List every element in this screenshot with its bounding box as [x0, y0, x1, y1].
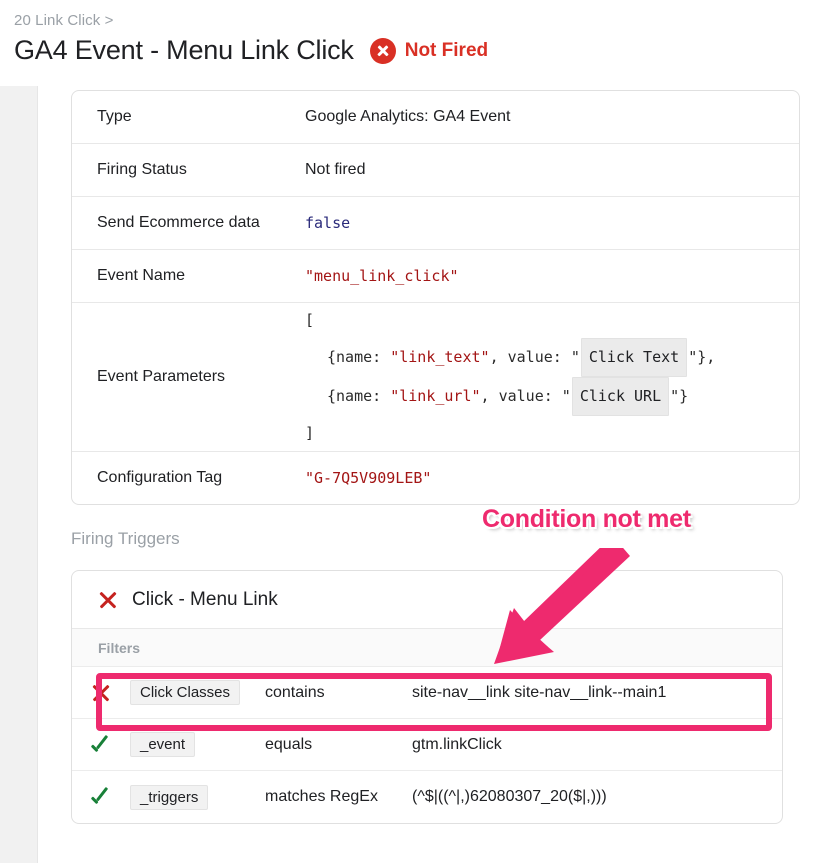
event-parameters-code: [ {name: "link_text", value: " Click Text…	[305, 303, 715, 451]
variable-chip: _triggers	[130, 784, 209, 810]
params-open-bracket: [	[305, 311, 315, 329]
row-value: Google Analytics: GA4 Event	[305, 108, 511, 125]
variable-chip: Click Classes	[130, 680, 241, 705]
row-label: Event Parameters	[97, 368, 226, 385]
table-row: Firing Status Not fired	[72, 144, 799, 197]
filter-status-cell	[72, 683, 130, 703]
table-row: Type Google Analytics: GA4 Event	[72, 91, 799, 144]
x-mark-icon	[91, 683, 111, 703]
scroll-body: Type Google Analytics: GA4 Event Firing …	[0, 86, 827, 863]
params-entry-suffix: "},	[688, 348, 716, 366]
error-circle-icon	[369, 37, 396, 64]
row-label: Event Name	[97, 267, 186, 284]
title-row: GA4 Event - Menu Link Click Not Fired	[14, 35, 488, 66]
variable-chip: _event	[130, 732, 196, 757]
params-entry-prefix: {name:	[327, 348, 391, 366]
left-gutter	[0, 86, 38, 863]
row-label: Configuration Tag	[97, 469, 223, 486]
row-value: [ {name: "link_text", value: " Click Text…	[305, 303, 799, 451]
filter-value: site-nav__link site-nav__link--main1	[412, 683, 667, 701]
check-mark-icon	[90, 786, 112, 808]
breadcrumb[interactable]: 20 Link Click >	[14, 12, 113, 29]
filters-header: Filters	[72, 629, 782, 667]
row-label: Send Ecommerce data	[97, 214, 260, 231]
params-entry: {name: "link_text", value: " Click Text "}…	[305, 338, 715, 377]
row-label: Firing Status	[97, 161, 187, 178]
filter-value: (^$|((^|,)62080307_20($|,)))	[412, 788, 607, 805]
filter-operator: contains	[265, 683, 325, 701]
filter-status-cell	[72, 734, 130, 756]
page-header: 20 Link Click > GA4 Event - Menu Link Cl…	[0, 0, 827, 86]
filter-operator: matches RegEx	[265, 788, 378, 805]
params-entry-mid: , value: "	[480, 387, 571, 405]
params-entry-suffix: "}	[670, 387, 689, 405]
callout-text: Condition not met	[480, 503, 693, 535]
params-entry: {name: "link_url", value: " Click URL "}	[305, 377, 715, 416]
params-entry-mid: , value: "	[489, 348, 580, 366]
filter-operator: equals	[265, 735, 313, 753]
row-value: "menu_link_click"	[305, 267, 459, 285]
params-entry-name: "link_url"	[390, 387, 481, 405]
check-mark-icon	[90, 734, 112, 756]
trigger-header[interactable]: Click - Menu Link	[72, 571, 782, 629]
table-row: _event equals gtm.linkClick	[72, 719, 782, 771]
filter-variable-cell: _event	[130, 732, 265, 757]
params-entry-prefix: {name:	[327, 387, 391, 405]
row-value: "G-7Q5V909LEB"	[305, 469, 432, 487]
status-badge-label: Not Fired	[404, 39, 489, 61]
row-value: false	[305, 214, 351, 232]
row-label: Type	[97, 108, 132, 125]
variable-chip-click-url: Click URL	[571, 377, 670, 416]
filter-variable-cell: _triggers	[130, 784, 265, 810]
filter-value: gtm.linkClick	[412, 735, 502, 753]
params-entry-name: "link_text"	[390, 348, 490, 366]
trigger-name: Click - Menu Link	[132, 588, 278, 610]
table-row: Configuration Tag "G-7Q5V909LEB"	[72, 452, 799, 504]
table-row: Click Classes contains site-nav__link si…	[72, 667, 782, 719]
table-row: Event Name "menu_link_click"	[72, 250, 799, 303]
variable-chip-click-text: Click Text	[580, 338, 688, 377]
x-mark-icon	[98, 590, 118, 610]
table-row: _triggers matches RegEx (^$|((^|,)620803…	[72, 771, 782, 823]
tag-detail-table: Type Google Analytics: GA4 Event Firing …	[71, 90, 800, 505]
page-title: GA4 Event - Menu Link Click	[14, 35, 354, 65]
table-row: Send Ecommerce data false	[72, 197, 799, 250]
status-badge: Not Fired	[369, 37, 489, 64]
firing-triggers-heading: Firing Triggers	[71, 529, 180, 548]
trigger-card: Click - Menu Link Filters Click Classes …	[71, 570, 783, 824]
table-row: Event Parameters [ {name: "link_text", v…	[72, 303, 799, 452]
row-value: Not fired	[305, 161, 366, 178]
params-close-bracket: ]	[305, 424, 315, 442]
filter-variable-cell: Click Classes	[130, 680, 265, 705]
filter-status-cell	[72, 786, 130, 808]
